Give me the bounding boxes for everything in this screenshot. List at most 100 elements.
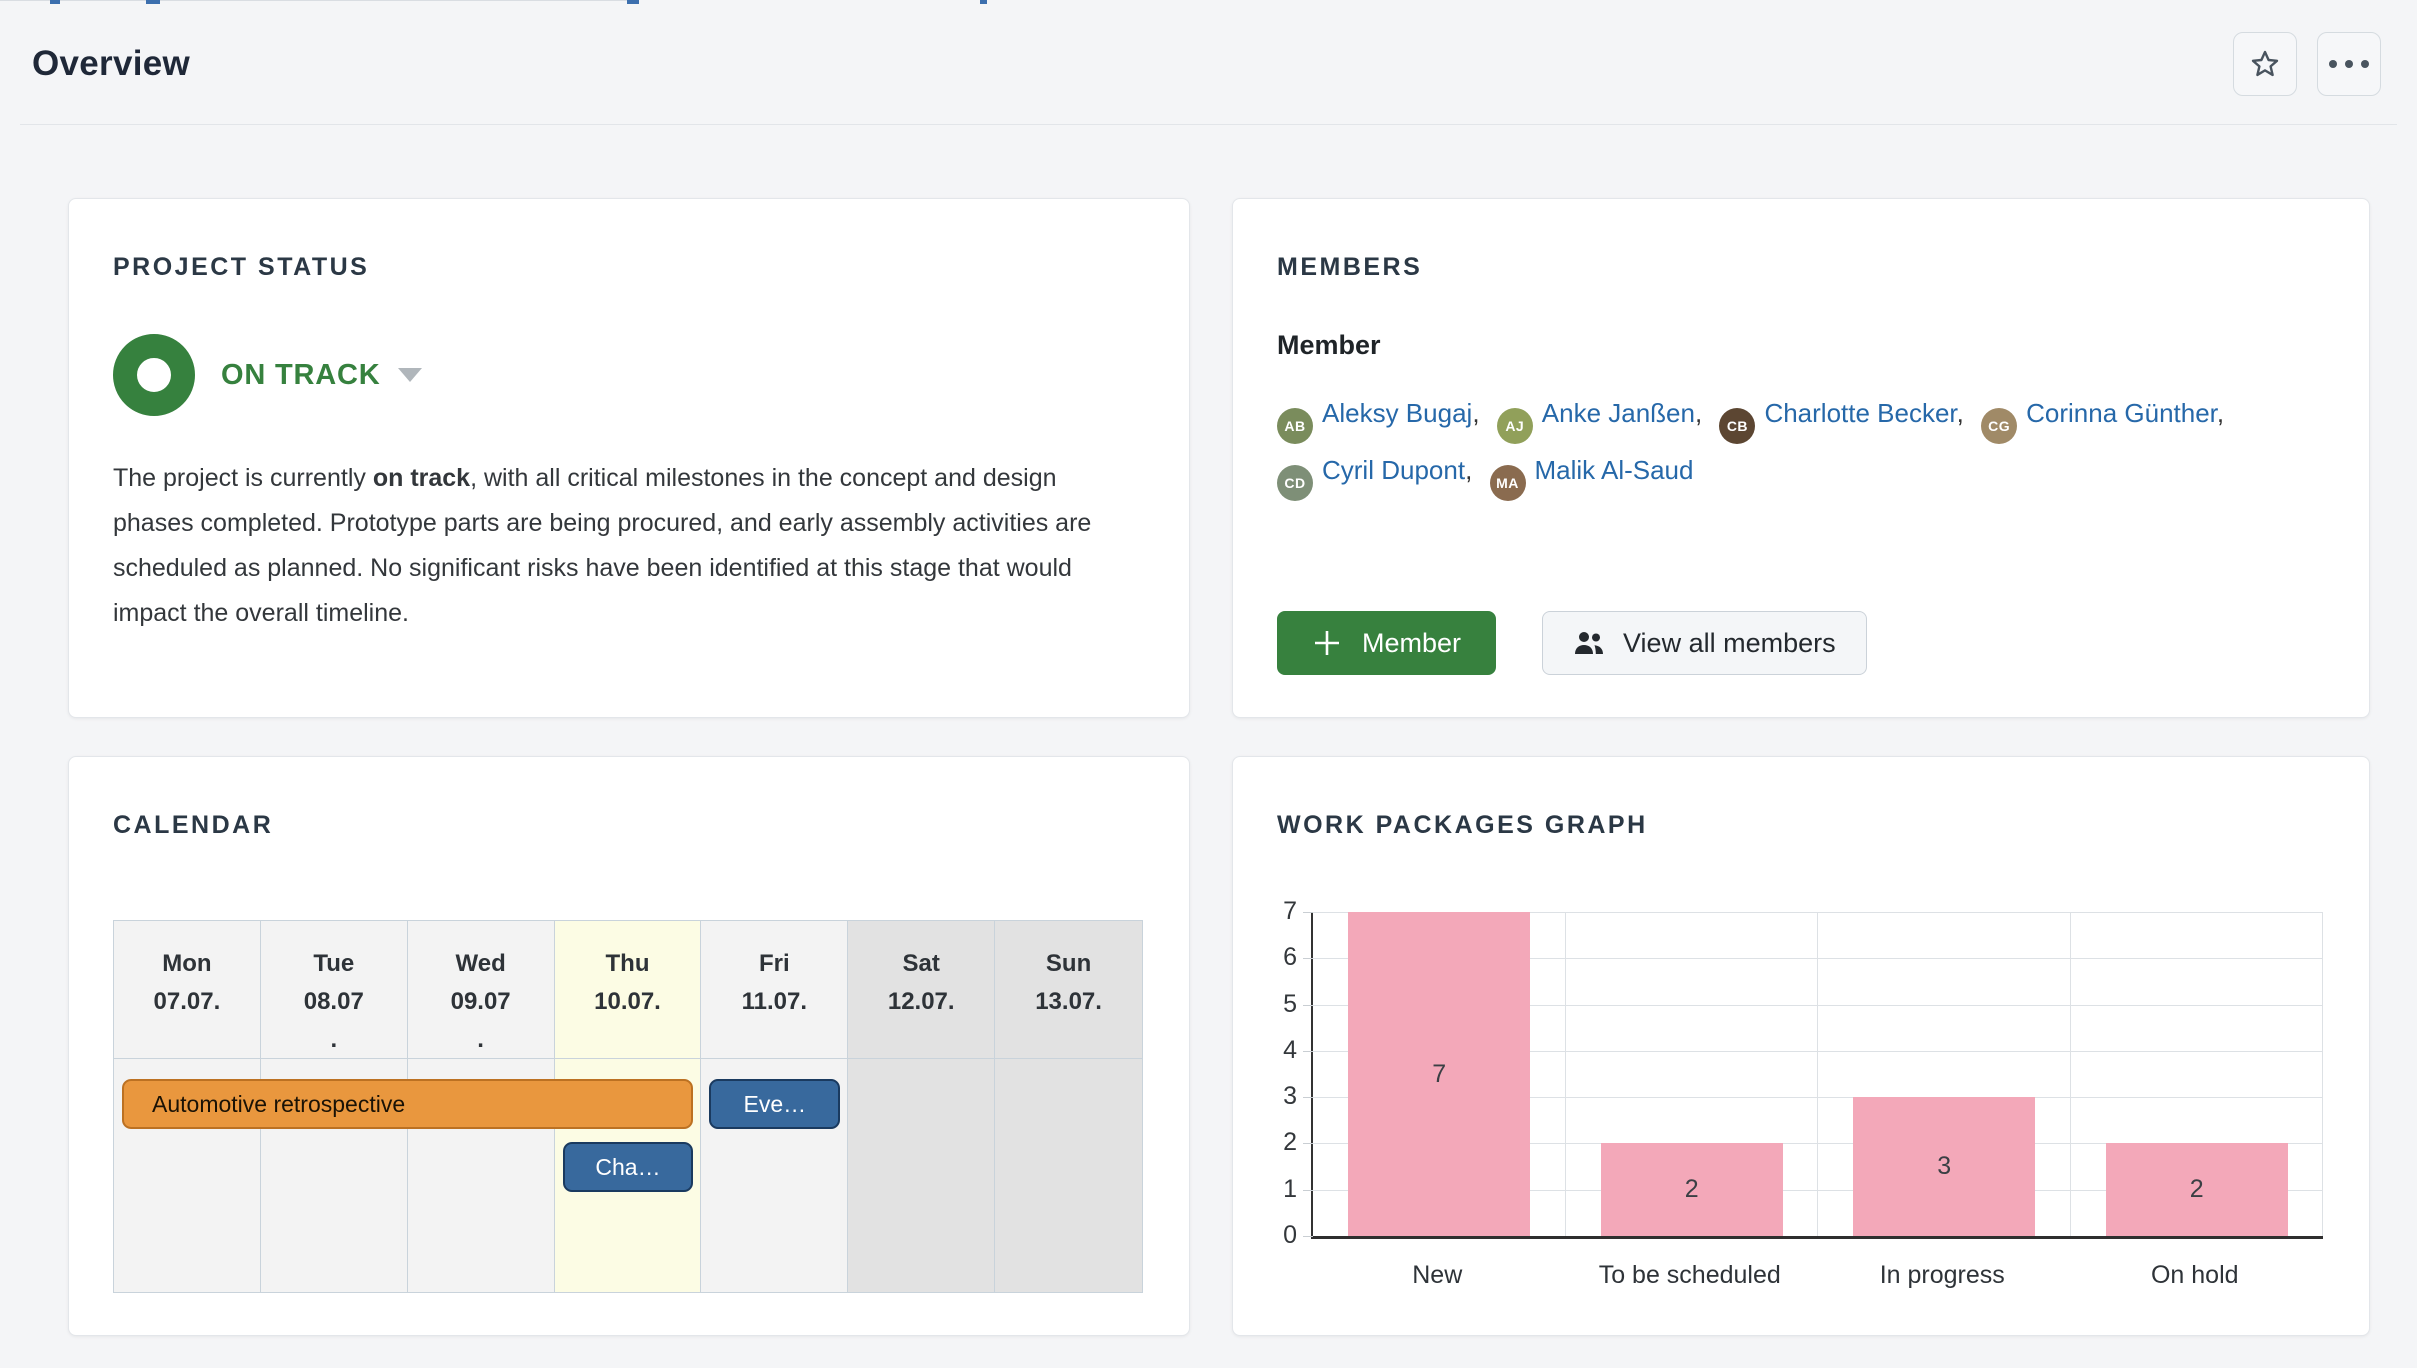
calendar-day-name: Sat <box>848 945 994 983</box>
widget-title-project-status: PROJECT STATUS <box>113 253 1143 282</box>
work-packages-graph-widget: WORK PACKAGES GRAPH 012345677232 NewTo b… <box>1232 756 2370 1336</box>
y-tick-label: 3 <box>1257 1082 1297 1111</box>
y-tick <box>1303 1190 1313 1191</box>
add-member-button[interactable]: Member <box>1277 611 1496 675</box>
calendar-event[interactable]: Automotive retrospective <box>122 1079 693 1129</box>
x-axis-category-label: To be scheduled <box>1599 1261 1781 1290</box>
member-link[interactable]: Charlotte Becker <box>1764 398 1956 428</box>
gridline <box>2322 912 2323 1236</box>
member-avatar: AB <box>1277 408 1313 444</box>
clipped-content-remnant <box>627 0 639 4</box>
members-widget: MEMBERS Member ABAleksy Bugaj, AJAnke Ja… <box>1232 198 2370 718</box>
y-tick <box>1303 1097 1313 1098</box>
calendar-day-name: Sun <box>995 945 1142 983</box>
chart-bar: 2 <box>1601 1143 1783 1236</box>
calendar-day-name: Tue <box>261 945 407 983</box>
chart-bar: 7 <box>1348 912 1530 1236</box>
calendar-day-date: . <box>261 1021 407 1059</box>
star-icon <box>2249 48 2281 80</box>
calendar-day-name: Wed <box>408 945 554 983</box>
calendar-day-header: Mon07.07. <box>114 921 261 1059</box>
widget-title-calendar: CALENDAR <box>113 811 1143 840</box>
x-axis-category-label: In progress <box>1880 1261 2005 1290</box>
view-all-members-button[interactable]: View all members <box>1542 611 1867 675</box>
gridline <box>1817 912 1818 1236</box>
calendar-day-date: 09.07 <box>408 983 554 1021</box>
member-buttons: Member View all members <box>1277 611 1867 675</box>
calendar-widget: CALENDAR Mon07.07.Tue08.07.Wed09.07.Thu1… <box>68 756 1190 1336</box>
calendar-event[interactable]: Eve… <box>709 1079 840 1129</box>
calendar-day-header: Fri11.07. <box>701 921 848 1059</box>
y-tick-label: 7 <box>1257 897 1297 926</box>
chevron-down-icon[interactable] <box>398 368 422 382</box>
clipped-content-remnant <box>0 0 634 1</box>
y-tick <box>1303 1051 1313 1052</box>
calendar-day-date: 10.07. <box>555 983 701 1021</box>
calendar-day-date: 13.07. <box>995 983 1142 1021</box>
page-header: Overview <box>0 0 2417 98</box>
member-link[interactable]: Aleksy Bugaj <box>1322 398 1472 428</box>
calendar-day-header: Tue08.07. <box>261 921 408 1059</box>
member-avatar: AJ <box>1497 408 1533 444</box>
status-donut-icon[interactable] <box>113 334 195 416</box>
page-title: Overview <box>32 44 190 84</box>
y-tick-label: 0 <box>1257 1221 1297 1250</box>
member-avatar: CB <box>1719 408 1755 444</box>
member-separator: , <box>2217 398 2224 428</box>
member-separator: , <box>1465 455 1479 485</box>
calendar-day-name: Fri <box>701 945 847 983</box>
member-link[interactable]: Cyril Dupont <box>1322 455 1465 485</box>
widget-title-work-packages-graph: WORK PACKAGES GRAPH <box>1277 811 2323 840</box>
member-link-item: CDCyril Dupont, <box>1277 455 1490 485</box>
y-tick <box>1303 1005 1313 1006</box>
calendar-event[interactable]: Cha… <box>563 1142 694 1192</box>
project-status-widget: PROJECT STATUS ON TRACK The project is c… <box>68 198 1190 718</box>
clipped-content-remnant <box>146 0 160 4</box>
bar-value-label: 2 <box>1685 1175 1699 1204</box>
calendar-day-date: . <box>408 1021 554 1059</box>
y-tick-label: 2 <box>1257 1128 1297 1157</box>
header-actions <box>2233 32 2381 96</box>
y-tick <box>1303 958 1313 959</box>
member-link-item: CGCorinna Günther, <box>1981 398 2234 428</box>
chart-plot-area: 012345677232 <box>1311 912 2323 1239</box>
clipped-content-remnant <box>50 0 60 4</box>
chart-x-axis-labels: New To be scheduled In progress On hold <box>1311 1253 2321 1299</box>
calendar-header-row: Mon07.07.Tue08.07.Wed09.07.Thu10.07.Fri1… <box>114 921 1142 1059</box>
member-avatar: MA <box>1490 465 1526 501</box>
widget-title-members: MEMBERS <box>1277 253 2323 282</box>
member-link[interactable]: Malik Al-Saud <box>1535 455 1694 485</box>
more-menu-button[interactable] <box>2317 32 2381 96</box>
member-avatar: CG <box>1981 408 2017 444</box>
x-axis-category-label: New <box>1412 1261 1462 1290</box>
status-label[interactable]: ON TRACK <box>221 359 380 392</box>
member-link[interactable]: Anke Janßen <box>1542 398 1695 428</box>
calendar-body: Automotive retrospective Eve… Cha… <box>114 1059 1142 1292</box>
calendar-day-header: Sat12.07. <box>848 921 995 1059</box>
people-icon <box>1573 630 1605 656</box>
bar-value-label: 3 <box>1937 1152 1951 1181</box>
calendar-day-date: 07.07. <box>114 983 260 1021</box>
member-link-item: ABAleksy Bugaj, <box>1277 398 1497 428</box>
y-tick <box>1303 1236 1313 1237</box>
clipped-content-remnant <box>980 0 987 4</box>
member-link-item: MAMalik Al-Saud <box>1490 455 1694 485</box>
chart-bar: 3 <box>1853 1097 2035 1236</box>
ellipsis-icon <box>2329 60 2369 68</box>
member-avatar: CD <box>1277 465 1313 501</box>
calendar-day-name: Mon <box>114 945 260 983</box>
status-description: The project is currently on track, with … <box>113 456 1118 636</box>
gridline <box>2070 912 2071 1236</box>
y-tick-label: 1 <box>1257 1175 1297 1204</box>
chart-bar: 2 <box>2106 1143 2288 1236</box>
bar-value-label: 2 <box>2190 1175 2204 1204</box>
member-role-label: Member <box>1277 330 2323 361</box>
bar-chart: 012345677232 NewTo be scheduledIn progre… <box>1311 912 2323 1299</box>
member-link-item: CBCharlotte Becker, <box>1719 398 1981 428</box>
member-list: ABAleksy Bugaj, AJAnke Janßen, CBCharlot… <box>1277 387 2287 501</box>
y-tick <box>1303 912 1313 913</box>
favorite-button[interactable] <box>2233 32 2297 96</box>
x-axis-category-label: On hold <box>2151 1261 2239 1290</box>
calendar-day-header: Thu10.07. <box>555 921 702 1059</box>
member-link[interactable]: Corinna Günther <box>2026 398 2217 428</box>
